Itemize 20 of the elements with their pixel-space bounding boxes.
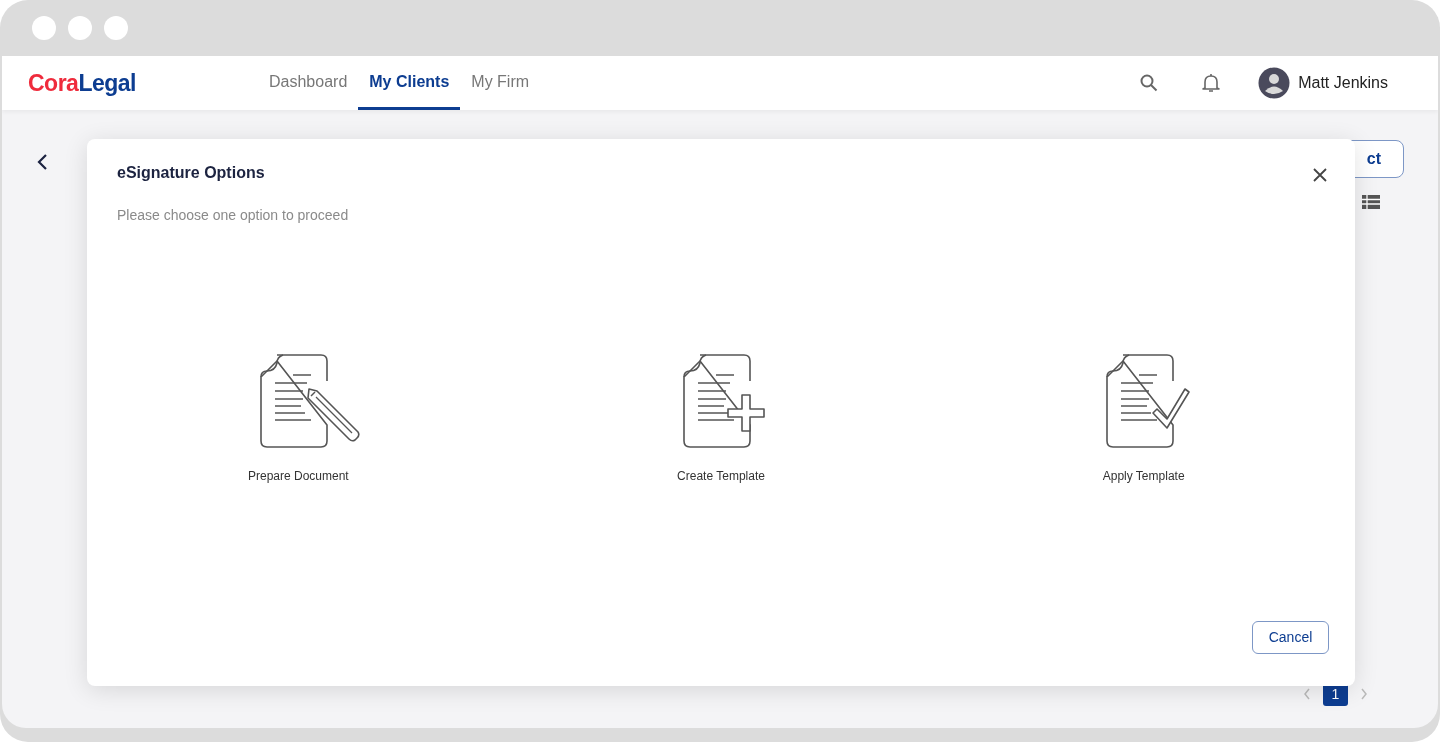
document-pencil-icon [259, 353, 362, 449]
user-name[interactable]: Matt Jenkins [1298, 71, 1388, 95]
option-card[interactable]: Create Template [509, 353, 933, 485]
option-label: Create Template [677, 468, 765, 485]
search-icon[interactable] [1140, 74, 1159, 92]
close-icon[interactable] [1313, 168, 1327, 182]
modal-title: eSignature Options [117, 163, 265, 183]
modal-subtitle: Please choose one option to proceed [117, 206, 350, 225]
bell-icon[interactable] [1202, 73, 1221, 93]
avatar-icon[interactable] [1258, 67, 1291, 99]
nav-tab[interactable]: Dashboard [258, 56, 359, 110]
option-card[interactable]: Apply Template [932, 353, 1355, 485]
option-label: Prepare Document [247, 468, 349, 485]
option-card[interactable]: Prepare Document [87, 353, 510, 485]
option-label: Apply Template [1102, 468, 1185, 485]
list-view-icon[interactable] [1362, 194, 1380, 210]
cancel-button[interactable]: Cancel [1252, 621, 1329, 654]
nav-tab[interactable]: My Clients [358, 56, 461, 110]
nav-tab[interactable]: My Firm [460, 56, 541, 110]
logo[interactable]: CoraLegal [28, 65, 258, 101]
